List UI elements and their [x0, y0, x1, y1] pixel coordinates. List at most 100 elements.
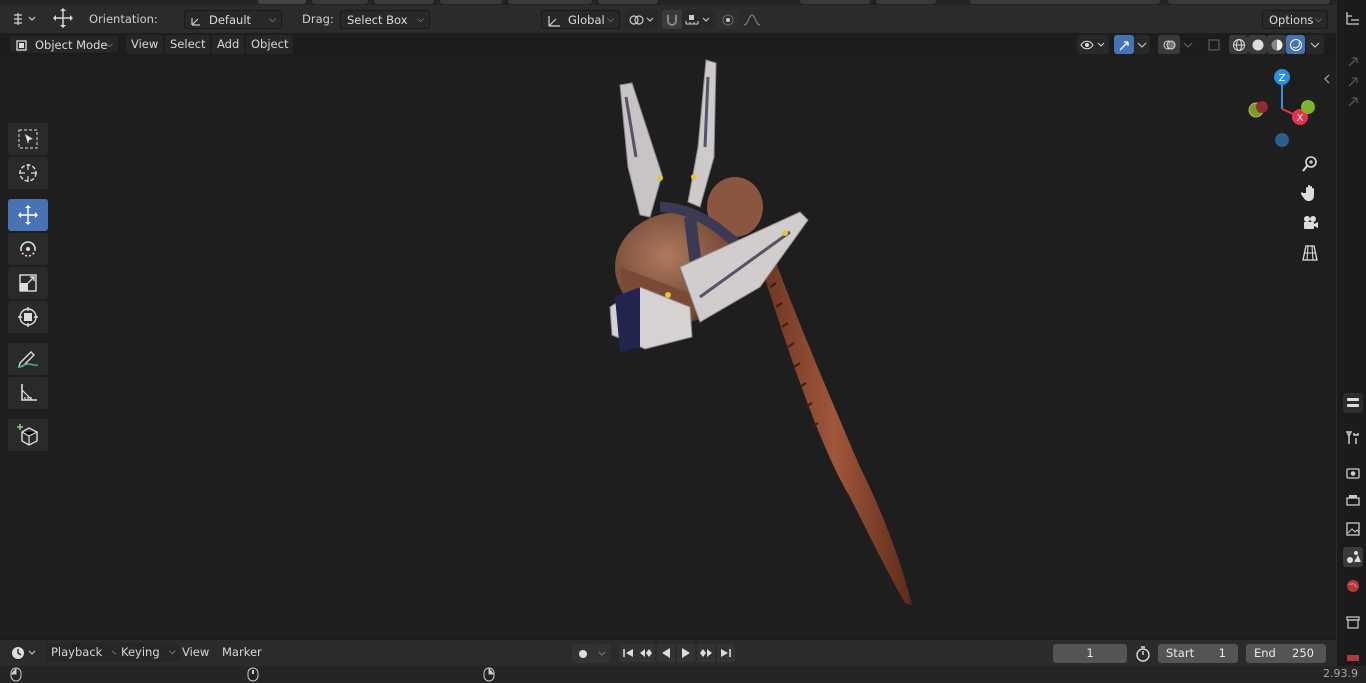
- tab-tool[interactable]: [1343, 428, 1363, 448]
- image-layer-icon: [1346, 522, 1360, 536]
- cursor-tool[interactable]: [8, 157, 48, 189]
- neg-z-axis-handle[interactable]: [1275, 133, 1289, 147]
- y-axis-handle[interactable]: [1301, 100, 1315, 114]
- tab-view-layer[interactable]: [1343, 519, 1363, 539]
- ortho-toggle-button[interactable]: [1298, 241, 1322, 265]
- pivot-point-button[interactable]: [626, 10, 658, 29]
- 3d-viewport[interactable]: Z X: [0, 57, 1336, 638]
- xray-icon: [1208, 39, 1220, 50]
- version-label: 2.93.9: [1323, 667, 1358, 680]
- workspace-tab[interactable]: [374, 0, 434, 4]
- workspace-tab[interactable]: [800, 0, 870, 4]
- tab-output[interactable]: [1343, 491, 1363, 511]
- sidebar-item-2[interactable]: [1343, 72, 1363, 92]
- overlays-toggle-button[interactable]: [1158, 35, 1180, 54]
- menu-add[interactable]: Add: [212, 35, 245, 54]
- menu-playback[interactable]: Playback ⌵: [46, 643, 123, 662]
- preview-range-button[interactable]: [1133, 644, 1153, 663]
- menu-marker[interactable]: Marker: [217, 643, 267, 662]
- scale-tool[interactable]: [8, 267, 48, 299]
- measure-tool[interactable]: [8, 377, 48, 409]
- shading-solid-button[interactable]: [1248, 35, 1267, 54]
- gizmo-toggle-button[interactable]: [1114, 35, 1134, 54]
- overlays-menu-button[interactable]: [1180, 35, 1196, 54]
- add-cube-tool[interactable]: [8, 419, 48, 451]
- workspace-tab[interactable]: [440, 0, 502, 4]
- editor-type-button[interactable]: [8, 9, 40, 28]
- tab-world[interactable]: [1343, 576, 1363, 596]
- outliner-toggle[interactable]: [1343, 8, 1363, 28]
- auto-keying-button[interactable]: [572, 644, 594, 663]
- wireframe-sphere-icon: [1232, 38, 1245, 51]
- selectability-button[interactable]: [1077, 35, 1109, 54]
- menu-timeline-view[interactable]: View: [177, 643, 214, 662]
- shading-material-button[interactable]: [1267, 35, 1286, 54]
- view-layer-selector[interactable]: [1168, 0, 1330, 4]
- camera-view-button[interactable]: [1298, 211, 1322, 235]
- sidebar-toggle[interactable]: [1320, 69, 1334, 88]
- proportional-editing-button[interactable]: [718, 10, 738, 29]
- properties-editor-toggle[interactable]: [1343, 393, 1363, 413]
- jump-end-button[interactable]: [717, 644, 735, 662]
- timeline-editor-type-button[interactable]: [8, 643, 40, 662]
- tab-texture[interactable]: [1343, 652, 1363, 664]
- play-button[interactable]: [677, 644, 695, 662]
- transform-orientation-dropdown[interactable]: Global ⌵: [541, 10, 620, 29]
- play-reverse-icon: [662, 648, 670, 658]
- shading-rendered-button[interactable]: [1286, 35, 1305, 54]
- snap-target-button[interactable]: [682, 10, 714, 29]
- jump-start-button[interactable]: [619, 644, 637, 662]
- scene-selector[interactable]: [970, 0, 1160, 4]
- gizmo-arrows-icon: [1119, 40, 1129, 50]
- sidebar-item-1[interactable]: [1343, 52, 1363, 72]
- workspace-tab[interactable]: [598, 0, 658, 4]
- play-reverse-button[interactable]: [657, 644, 675, 662]
- tab-collection[interactable]: [1343, 612, 1363, 632]
- annotate-tool[interactable]: [8, 343, 48, 375]
- neg-x-axis-handle[interactable]: [1256, 101, 1268, 113]
- render-camera-icon: [1346, 468, 1360, 479]
- gizmo-menu-button[interactable]: [1134, 35, 1150, 54]
- keying-set-button[interactable]: [594, 644, 610, 663]
- snap-toggle-button[interactable]: [662, 10, 682, 29]
- transform-tool[interactable]: [8, 301, 48, 333]
- select-box-tool[interactable]: [8, 123, 48, 155]
- menu-object[interactable]: Object: [246, 35, 294, 54]
- options-dropdown[interactable]: Options ⌵: [1262, 10, 1328, 29]
- mouse-middle-icon: [247, 667, 259, 682]
- workspace-tab[interactable]: [508, 0, 592, 4]
- drag-dropdown[interactable]: Select Box ⌵: [340, 10, 430, 29]
- menu-select[interactable]: Select: [165, 35, 211, 54]
- sidebar-item-3[interactable]: [1343, 92, 1363, 112]
- menu-keying[interactable]: Keying ⌵: [116, 643, 180, 662]
- axis-gizmo[interactable]: Z X: [1240, 65, 1320, 155]
- tab-scene[interactable]: [1343, 547, 1363, 567]
- workspace-tab[interactable]: [876, 0, 936, 4]
- xray-toggle-button[interactable]: [1204, 35, 1224, 54]
- zoom-button[interactable]: [1298, 152, 1322, 176]
- material-sphere-icon: [1271, 39, 1282, 50]
- move-tool[interactable]: [8, 199, 48, 231]
- pan-button[interactable]: [1298, 181, 1322, 205]
- mode-dropdown[interactable]: Object Mode ⌵: [9, 35, 119, 54]
- end-frame-field[interactable]: End 250: [1246, 644, 1326, 663]
- start-frame-field[interactable]: Start 1: [1158, 644, 1238, 663]
- chevron-down-icon: [1137, 42, 1147, 48]
- chevron-down-icon: [1310, 42, 1320, 48]
- falloff-button[interactable]: [740, 10, 768, 29]
- jump-keyframe-forward-button[interactable]: [697, 644, 715, 662]
- current-frame-field[interactable]: 1: [1053, 644, 1127, 663]
- tab-render[interactable]: [1343, 463, 1363, 483]
- orientation-dropdown[interactable]: Default ⌵: [184, 10, 282, 29]
- transform-orientation-icon: [548, 16, 560, 27]
- proportional-edit-icon: [722, 14, 734, 25]
- shading-menu-button[interactable]: [1306, 35, 1324, 54]
- keyframe-back-icon: [640, 649, 652, 657]
- jump-keyframe-back-button[interactable]: [637, 644, 655, 662]
- rotate-tool[interactable]: [8, 233, 48, 265]
- menu-view[interactable]: View: [126, 35, 164, 54]
- workspace-tab[interactable]: [258, 0, 306, 4]
- workspace-tab[interactable]: [312, 0, 368, 4]
- chevron-down-icon: ⌵: [417, 15, 424, 25]
- shading-wireframe-button[interactable]: [1229, 35, 1248, 54]
